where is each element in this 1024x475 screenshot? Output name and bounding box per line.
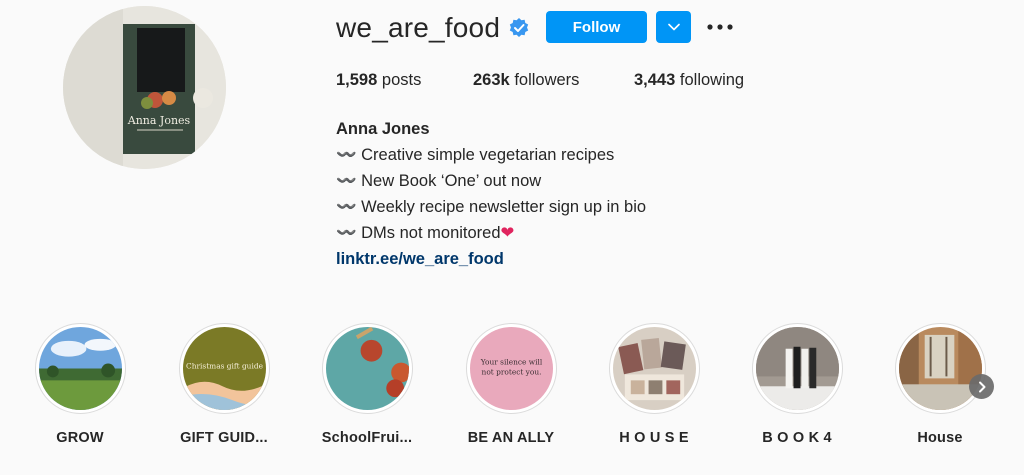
bio-line-4-text: 〰️ DMs not monitored	[336, 224, 501, 242]
profile-bio: Anna Jones 〰️ Creative simple vegetarian…	[336, 116, 646, 272]
verified-badge-icon	[508, 17, 530, 39]
bio-line-4: 〰️ DMs not monitored❤	[336, 220, 646, 246]
follow-button[interactable]: Follow	[546, 11, 647, 43]
posts-label: posts	[381, 71, 422, 89]
following-count: 3,443	[634, 71, 676, 89]
highlight-label: H O U S E	[619, 430, 689, 446]
highlights-next-button[interactable]	[969, 374, 994, 399]
avatar-book-title: Anna Jones	[127, 114, 191, 127]
bio-line-3: 〰️ Weekly recipe newsletter sign up in b…	[336, 198, 647, 216]
posts-stat: 1,598 posts	[336, 71, 421, 90]
followers-label: followers	[514, 71, 580, 89]
chevron-down-icon	[667, 23, 680, 31]
ally-cover-line-1: Your silence will	[479, 358, 542, 367]
profile-username: we_are_food	[336, 12, 501, 43]
highlight-house-swatches[interactable]: H O U S E	[594, 323, 714, 446]
red-heart-icon: ❤	[500, 224, 515, 242]
highlight-school-fruit[interactable]: SchoolFrui...	[307, 323, 427, 446]
bio-line-1: 〰️ Creative simple vegetarian recipes	[336, 146, 615, 164]
bio-link[interactable]: linktr.ee/we_are_food	[336, 246, 646, 272]
following-stat[interactable]: 3,443 following	[634, 71, 744, 90]
suggested-dropdown-button[interactable]	[656, 11, 691, 43]
highlight-cover	[751, 323, 843, 414]
following-label: following	[679, 71, 745, 89]
profile-avatar[interactable]: Anna Jones	[63, 6, 226, 169]
bio-line-2: 〰️ New Book ‘One’ out now	[336, 172, 542, 190]
highlight-cover	[34, 323, 126, 414]
more-options-icon	[707, 24, 733, 30]
highlight-cover	[321, 323, 413, 414]
highlight-label: B O O K 4	[762, 430, 832, 446]
highlight-cover	[894, 323, 986, 414]
chevron-right-icon	[978, 381, 985, 392]
highlight-cover: Christmas gift guide	[178, 323, 270, 414]
highlight-label: SchoolFrui...	[321, 430, 413, 446]
profile-full-name: Anna Jones	[336, 120, 430, 138]
highlight-label: BE AN ALLY	[467, 430, 555, 446]
highlight-gift-guide[interactable]: Christmas gift guide GIFT GUID...	[164, 323, 284, 446]
title-row: we_are_food	[336, 8, 530, 48]
highlight-label: GROW	[56, 430, 104, 446]
highlight-book4[interactable]: B O O K 4	[737, 323, 857, 446]
more-options-button[interactable]	[704, 13, 736, 41]
highlight-grow[interactable]: GROW	[20, 323, 140, 446]
story-highlights: GROW Christmas gift guide GIFT GUID... S…	[0, 323, 1024, 453]
gift-cover-text: Christmas gift guide	[186, 362, 264, 371]
ally-cover-line-2: not protect you.	[481, 367, 541, 376]
highlight-cover	[608, 323, 700, 414]
followers-stat[interactable]: 263k followers	[473, 71, 579, 90]
highlight-cover: Your silence will not protect you.	[465, 323, 557, 414]
highlight-be-an-ally[interactable]: Your silence will not protect you. BE AN…	[451, 323, 571, 446]
highlight-label: GIFT GUID...	[180, 430, 268, 446]
followers-count: 263k	[473, 71, 510, 89]
highlight-label: House	[917, 430, 963, 446]
posts-count: 1,598	[336, 71, 378, 89]
